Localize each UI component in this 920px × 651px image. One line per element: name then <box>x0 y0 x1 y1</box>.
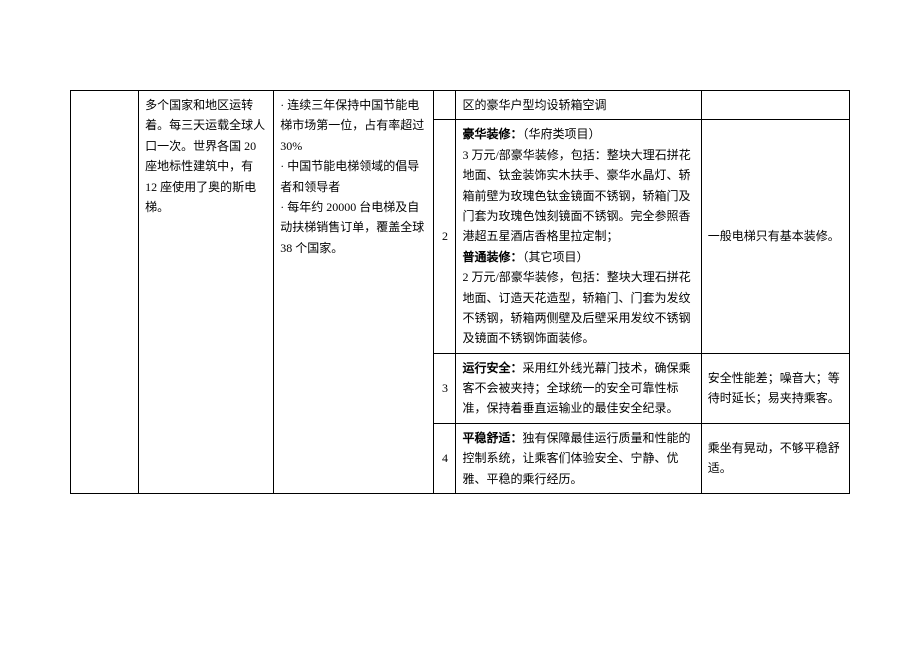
lux-body: 3 万元/部豪华装修，包括：整块大理石拼花地面、钛金装饰实木扶手、豪华水晶灯、轿… <box>462 148 690 244</box>
cell-desc: 豪华装修：（华府类项目） 3 万元/部豪华装修，包括：整块大理石拼花地面、钛金装… <box>456 120 701 353</box>
cell-num: 3 <box>434 353 456 423</box>
cell-desc: 平稳舒适：独有保障最佳运行质量和性能的控制系统，让乘客们体验安全、宁静、优雅、平… <box>456 423 701 493</box>
lux-title: 豪华装修： <box>462 127 522 141</box>
table-row: 多个国家和地区运转着。每三天运载全球人口一次。世界各国 20 座地标性建筑中，有… <box>71 91 850 120</box>
cell-num <box>434 91 456 120</box>
std-body: 2 万元/部豪华装修，包括：整块大理石拼花地面、订造天花造型，轿箱门、门套为发纹… <box>462 270 690 345</box>
safety-title: 运行安全： <box>462 361 522 375</box>
cell-num: 4 <box>434 423 456 493</box>
std-title: 普通装修： <box>462 250 522 264</box>
cell-compare: 乘坐有晃动，不够平稳舒适。 <box>701 423 849 493</box>
smooth-title: 平稳舒适： <box>462 431 522 445</box>
comparison-table: 多个国家和地区运转着。每三天运载全球人口一次。世界各国 20 座地标性建筑中，有… <box>70 90 850 494</box>
cell-desc: 区的豪华户型均设轿箱空调 <box>456 91 701 120</box>
cell-desc: 运行安全：采用红外线光幕门技术，确保乘客不会被夹持；全球统一的安全可靠性标准，保… <box>456 353 701 423</box>
cell-col-a <box>71 91 139 494</box>
cell-compare: 一般电梯只有基本装修。 <box>701 120 849 353</box>
cell-col-c: · 连续三年保持中国节能电梯市场第一位，占有率超过 30% · 中国节能电梯领域… <box>274 91 434 494</box>
cell-num: 2 <box>434 120 456 353</box>
std-proj: （其它项目） <box>522 250 588 264</box>
cell-compare <box>701 91 849 120</box>
cell-compare: 安全性能差；噪音大；等待时延长；易夹持乘客。 <box>701 353 849 423</box>
cell-col-b: 多个国家和地区运转着。每三天运载全球人口一次。世界各国 20 座地标性建筑中，有… <box>139 91 274 494</box>
lux-proj: （华府类项目） <box>522 127 600 141</box>
